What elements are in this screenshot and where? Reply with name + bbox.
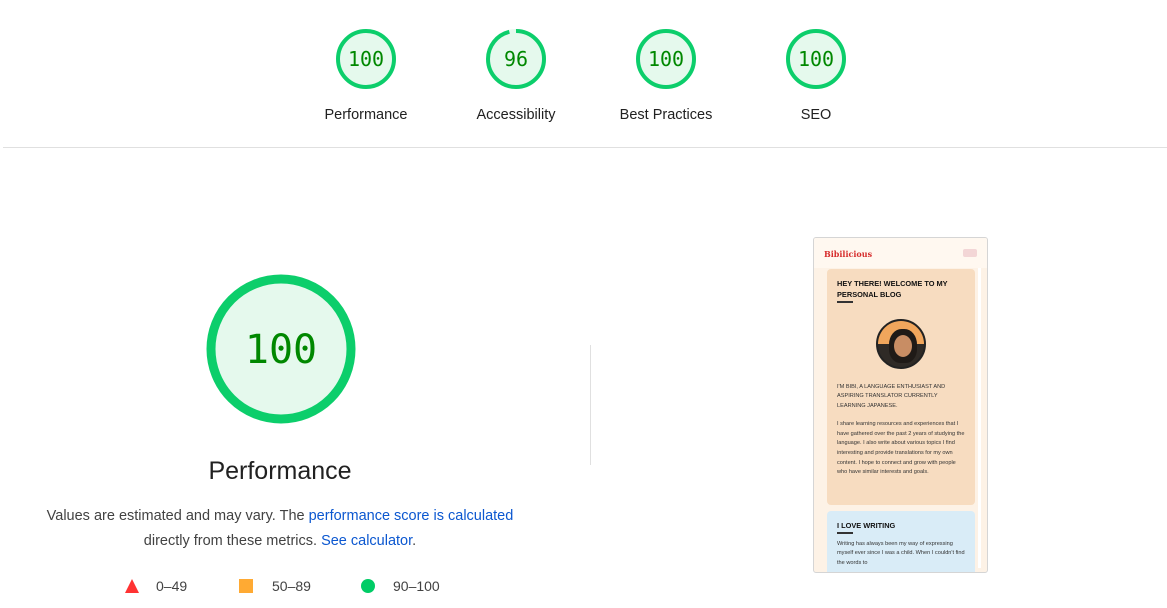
site-logo: Bibilicious [824,249,873,259]
writing-title: I LOVE WRITING [837,521,896,530]
legend-average-range: 50–89 [272,578,311,594]
legend-average: 50–89 [239,578,361,594]
gauge-label: Accessibility [476,107,556,123]
desc-text: directly from these metrics. [143,533,322,549]
triangle-icon [125,579,139,593]
performance-description: Values are estimated and may vary. The p… [20,504,540,554]
gauge-label: SEO [800,107,832,123]
gauge-ring: 100 [636,29,696,89]
intro-text: I'M BIBI, A LANGUAGE ENTHUSIAST AND ASPI… [837,383,946,409]
performance-gauge: 100 [206,274,356,424]
gauge-ring: 100 [786,29,846,89]
score-calculated-link[interactable]: performance score is calculated [309,508,514,524]
score-legend: 0–49 50–89 90–100 [125,576,440,596]
gauge-score: 100 [798,47,834,71]
legend-pass-range: 90–100 [393,578,440,594]
menu-icon [963,249,977,257]
performance-title: Performance [208,457,352,485]
gauge-performance[interactable]: 100 Performance [306,28,426,124]
square-icon [239,579,253,593]
gauge-best-practices[interactable]: 100 Best Practices [606,28,726,124]
title-underline [837,301,853,303]
final-screenshot[interactable]: Bibilicious HEY THERE! WELCOME TO MY PER… [813,237,988,573]
header-divider [3,147,1167,148]
circle-icon [361,579,375,593]
gauge-ring: 100 [336,29,396,89]
section-divider [590,345,591,465]
scrollbar [978,268,981,568]
gauge-label: Performance [324,107,408,123]
legend-fail: 0–49 [125,578,239,594]
gauge-accessibility[interactable]: 96 Accessibility [456,28,576,124]
title-underline [837,532,853,534]
gauge-score: 96 [504,47,528,71]
welcome-title: HEY THERE! WELCOME TO MY PERSONAL BLOG [837,279,948,299]
see-calculator-link[interactable]: See calculator [321,533,412,549]
avatar [876,318,926,369]
legend-pass: 90–100 [361,578,440,594]
desc-text: . [412,533,417,549]
gauge-score: 100 [348,47,384,71]
gauge-label: Best Practices [619,107,713,123]
writing-card: I LOVE WRITING Writing has always been m… [827,511,975,572]
welcome-card: HEY THERE! WELCOME TO MY PERSONAL BLOG I… [827,269,975,505]
performance-score: 100 [245,327,317,373]
writing-text: Writing has always been my way of expres… [837,540,965,566]
score-summary: 100 Performance 96 Accessibility 100 Bes… [0,0,1167,148]
gauge-ring: 96 [486,29,546,89]
legend-fail-range: 0–49 [156,578,188,594]
desc-text: Values are estimated and may vary. The [46,508,309,524]
body-text: I share learning resources and experienc… [837,421,965,476]
gauge-seo[interactable]: 100 SEO [756,28,876,124]
screenshot-header: Bibilicious [814,238,987,268]
gauge-score: 100 [648,47,684,71]
